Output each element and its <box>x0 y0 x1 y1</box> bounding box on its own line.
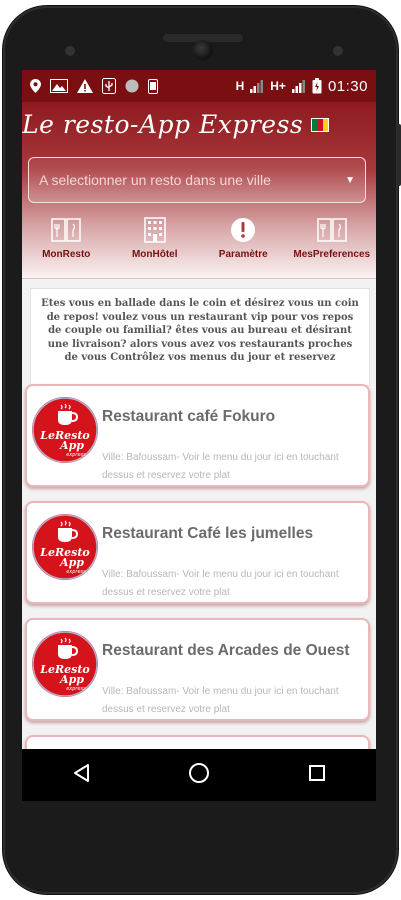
warning-icon <box>77 79 93 93</box>
intro-text: Etes vous en ballade dans le coin et dés… <box>30 288 370 386</box>
location-icon <box>30 79 41 93</box>
android-nav-bar <box>22 749 376 801</box>
phone-camera <box>193 40 213 60</box>
phone-icon <box>148 78 158 94</box>
restaurant-name: Restaurant café Fokuro <box>102 408 276 425</box>
restaurant-name: Restaurant Café les jumelles <box>102 525 314 542</box>
tab-label: Paramètre <box>218 249 268 260</box>
gallery-icon <box>50 79 68 93</box>
restaurant-description: Ville: Bafoussam- Voir le menu du jour i… <box>102 452 339 481</box>
app-title: Le resto-App Express <box>22 110 330 139</box>
home-button[interactable] <box>179 755 219 795</box>
restaurant-card[interactable]: LeResto App express Restaurant des Arcad… <box>25 618 370 721</box>
resto-app-logo: LeResto App express <box>32 397 98 463</box>
back-icon <box>72 763 90 788</box>
tab-parametre[interactable]: Paramètre <box>200 217 286 260</box>
phone-sensor <box>333 46 343 56</box>
signal-icon <box>250 79 264 93</box>
building-icon <box>141 217 169 243</box>
dropdown-arrow-icon: ▼ <box>345 174 355 186</box>
tab-label: MesPreferences <box>293 249 371 260</box>
restaurant-name: Restaurant des Arcades de Ouest <box>102 642 350 659</box>
signal-icon <box>291 79 306 93</box>
tab-bar: MonResto MonHôtel Paramètre MesPreferenc… <box>22 217 376 277</box>
phone-sensor <box>65 46 75 56</box>
logo-line2: App <box>59 439 84 452</box>
tab-label: MonResto <box>42 249 91 260</box>
back-button[interactable] <box>61 755 101 795</box>
city-restaurant-spinner[interactable]: A selectionner un resto dans une ville ▼ <box>28 157 366 203</box>
recents-icon <box>308 764 326 787</box>
clock: 01:30 <box>327 77 368 95</box>
usb-icon <box>102 78 116 94</box>
alert-icon <box>230 217 256 243</box>
logo-line3: express <box>66 569 86 575</box>
status-bar: H H+ 01:30 <box>22 70 376 102</box>
divider <box>22 278 376 279</box>
resto-app-logo: LeResto App express <box>32 631 98 697</box>
restaurant-card[interactable]: LeResto App express Restaurant café Foku… <box>25 384 370 487</box>
cameroon-flag-icon <box>311 117 330 132</box>
restaurant-description: Ville: Bafoussam- Voir le menu du jour i… <box>102 686 339 715</box>
menu-book-icon <box>50 217 82 243</box>
restaurant-card[interactable]: LeResto App express Restaurant Café les … <box>25 501 370 604</box>
logo-line3: express <box>66 686 86 692</box>
tab-mespreferences[interactable]: MesPreferences <box>289 217 375 260</box>
tab-label: MonHôtel <box>131 249 178 260</box>
record-icon <box>125 79 139 93</box>
logo-line3: express <box>66 452 86 458</box>
battery-icon <box>312 78 322 94</box>
restaurant-list: LeResto App express Restaurant café Foku… <box>25 384 370 801</box>
resto-app-logo: LeResto App express <box>32 514 98 580</box>
logo-line2: App <box>59 556 84 569</box>
app-header: Le resto-App Express A selectionner un r… <box>22 102 376 278</box>
tab-monresto[interactable]: MonResto <box>23 217 109 260</box>
restaurant-description: Ville: Bafoussam- Voir le menu du jour i… <box>102 569 339 598</box>
app-title-text: Le resto-App Express <box>22 110 304 139</box>
network-type: H <box>235 79 245 93</box>
phone-side-button <box>397 124 401 186</box>
tab-monhotel[interactable]: MonHôtel <box>112 217 198 260</box>
app-screen: H H+ 01:30 Le resto-App Express A select… <box>22 70 376 801</box>
network-type: H+ <box>270 79 286 93</box>
recents-button[interactable] <box>297 755 337 795</box>
menu-book-icon <box>316 217 348 243</box>
home-icon <box>188 762 210 789</box>
spinner-placeholder: A selectionner un resto dans une ville <box>39 172 271 188</box>
logo-line2: App <box>59 673 84 686</box>
